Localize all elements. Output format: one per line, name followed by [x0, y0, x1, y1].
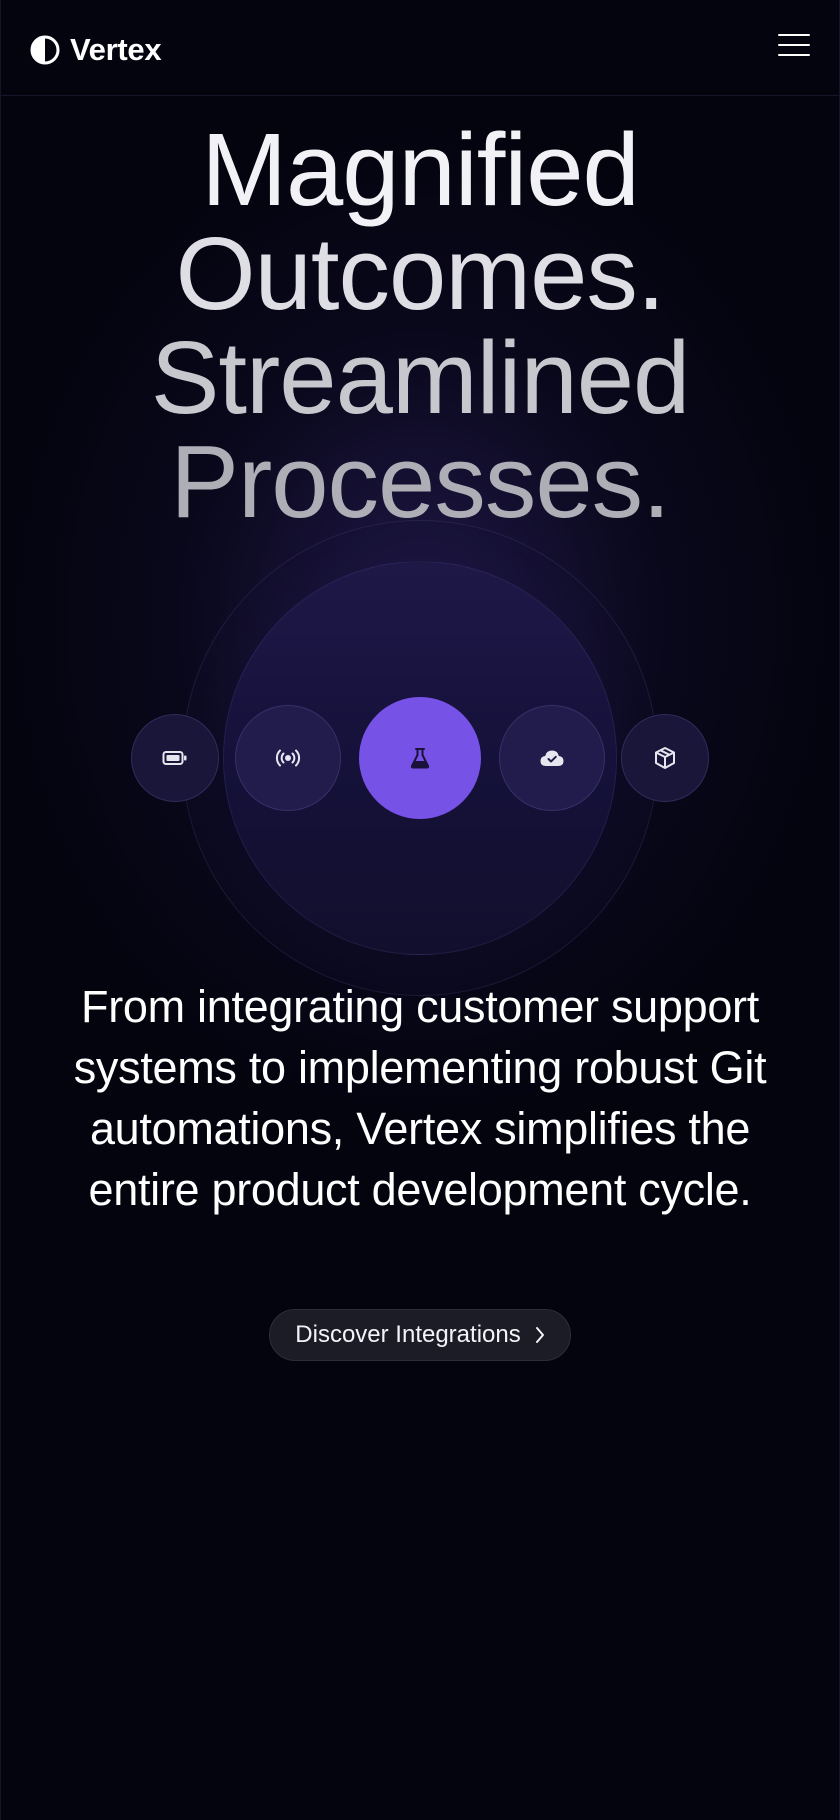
integrations-orbit — [0, 515, 840, 996]
cloud-check-icon — [540, 750, 564, 766]
chevron-right-icon — [535, 1327, 544, 1343]
headline-line: Streamlined — [150, 320, 691, 435]
integration-node-cloud-check[interactable] — [499, 705, 605, 811]
headline-line: Outcomes. — [175, 216, 665, 331]
half-circle-logo-icon — [30, 35, 60, 65]
brand-name: Vertex — [70, 32, 162, 67]
brand-logo-link[interactable]: Vertex — [30, 32, 162, 68]
battery-icon — [162, 751, 187, 765]
hero-description: From integrating customer support system… — [73, 981, 767, 1215]
cta-label: Discover Integrations — [295, 1321, 521, 1348]
discover-integrations-button[interactable]: Discover Integrations — [269, 1309, 571, 1361]
flask-icon — [410, 748, 430, 769]
integration-node-flask[interactable] — [359, 697, 481, 819]
hero-headline: Magnified Outcomes. Streamlined Processe… — [0, 118, 840, 534]
site-header: Vertex — [0, 0, 840, 96]
integration-node-battery[interactable] — [131, 714, 219, 802]
hamburger-menu-icon[interactable] — [778, 32, 810, 58]
integration-node-cube[interactable] — [621, 714, 709, 802]
cube-icon — [655, 747, 675, 769]
headline-line: Magnified — [201, 112, 640, 227]
integration-node-broadcast[interactable] — [235, 705, 341, 811]
broadcast-icon — [275, 749, 301, 767]
